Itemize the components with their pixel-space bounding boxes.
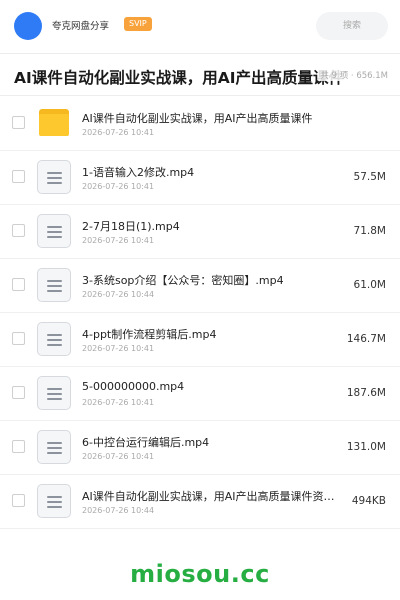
row-checkbox[interactable] xyxy=(12,170,25,183)
file-list: AI课件自动化副业实战课，用AI产出高质量课件 2026-07-26 10:41… xyxy=(0,97,400,529)
list-item[interactable]: AI课件自动化副业实战课，用AI产出高质量课件 2026-07-26 10:41 xyxy=(0,97,400,151)
file-name: 3-系统sop介绍【公众号：密知圈】.mp4 xyxy=(82,274,284,287)
search-input[interactable]: 搜索 xyxy=(316,12,388,40)
file-size: 187.6M xyxy=(346,387,386,399)
file-date: 2026-07-26 10:44 xyxy=(82,506,155,515)
folder-header: AI课件自动化副业实战课，用AI产出高质量课件 共 9 项 · 656.1M xyxy=(0,56,400,96)
document-icon xyxy=(37,268,71,302)
row-checkbox[interactable] xyxy=(12,386,25,399)
file-size: 494KB xyxy=(351,495,386,507)
user-name: 夸克网盘分享 xyxy=(52,21,110,32)
document-icon xyxy=(37,214,71,248)
document-icon xyxy=(37,322,71,356)
document-icon xyxy=(37,430,71,464)
svip-badge: SVIP xyxy=(124,17,152,31)
file-date: 2026-07-26 10:41 xyxy=(82,452,155,461)
document-icon xyxy=(37,484,71,518)
row-checkbox[interactable] xyxy=(12,116,25,129)
file-name: 4-ppt制作流程剪辑后.mp4 xyxy=(82,328,217,341)
document-icon xyxy=(37,160,71,194)
file-name: AI课件自动化副业实战课，用AI产出高质量课件 xyxy=(82,112,313,125)
folder-meta: 共 9 项 · 656.1M xyxy=(318,69,388,81)
page-title: AI课件自动化副业实战课，用AI产出高质量课件 xyxy=(14,69,345,87)
file-date: 2026-07-26 10:41 xyxy=(82,236,155,245)
file-size: 131.0M xyxy=(346,441,386,453)
file-date: 2026-07-26 10:41 xyxy=(82,182,155,191)
list-item[interactable]: 6-中控台运行编辑后.mp4 2026-07-26 10:41 131.0M xyxy=(0,421,400,475)
file-name: 2-7月18日(1).mp4 xyxy=(82,220,180,233)
file-size: 146.7M xyxy=(346,333,386,345)
list-item[interactable]: 2-7月18日(1).mp4 2026-07-26 10:41 71.8M xyxy=(0,205,400,259)
file-name: 5-000000000.mp4 xyxy=(82,380,185,393)
top-bar: 夸克网盘分享 SVIP 搜索 xyxy=(0,0,400,54)
file-name: 6-中控台运行编辑后.mp4 xyxy=(82,436,210,449)
file-name: AI课件自动化副业实战课，用AI产出高质量课件资料… xyxy=(82,490,344,503)
file-name: 1-语音输入2修改.mp4 xyxy=(82,166,195,179)
row-checkbox[interactable] xyxy=(12,278,25,291)
watermark: miosou.cc xyxy=(130,560,270,588)
avatar[interactable] xyxy=(14,12,42,40)
list-item[interactable]: 5-000000000.mp4 2026-07-26 10:41 187.6M xyxy=(0,367,400,421)
row-checkbox[interactable] xyxy=(12,332,25,345)
document-icon xyxy=(37,376,71,410)
file-date: 2026-07-26 10:44 xyxy=(82,290,155,299)
list-item[interactable]: 4-ppt制作流程剪辑后.mp4 2026-07-26 10:41 146.7M xyxy=(0,313,400,367)
row-checkbox[interactable] xyxy=(12,440,25,453)
list-item[interactable]: AI课件自动化副业实战课，用AI产出高质量课件资料… 2026-07-26 10… xyxy=(0,475,400,529)
file-date: 2026-07-26 10:41 xyxy=(82,398,155,407)
list-item[interactable]: 1-语音输入2修改.mp4 2026-07-26 10:41 57.5M xyxy=(0,151,400,205)
list-item[interactable]: 3-系统sop介绍【公众号：密知圈】.mp4 2026-07-26 10:44 … xyxy=(0,259,400,313)
file-size: 61.0M xyxy=(353,279,386,291)
file-date: 2026-07-26 10:41 xyxy=(82,128,155,137)
file-date: 2026-07-26 10:41 xyxy=(82,344,155,353)
file-size: 57.5M xyxy=(353,171,386,183)
row-checkbox[interactable] xyxy=(12,224,25,237)
file-size: 71.8M xyxy=(353,225,386,237)
folder-icon xyxy=(37,106,71,140)
row-checkbox[interactable] xyxy=(12,494,25,507)
